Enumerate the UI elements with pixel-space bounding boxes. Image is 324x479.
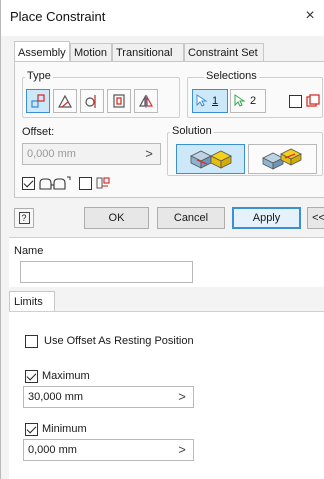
select-first-button[interactable]: 1 bbox=[192, 89, 228, 113]
minimum-input[interactable]: 0,000 mm > bbox=[23, 439, 194, 461]
ok-button[interactable]: OK bbox=[84, 207, 149, 229]
tab-transitional[interactable]: Transitional bbox=[112, 43, 184, 62]
pick-part-first-checkbox[interactable] bbox=[289, 95, 302, 108]
select-second-label: 2 bbox=[250, 95, 257, 107]
solution-mate-button[interactable] bbox=[176, 144, 245, 174]
solution-flush-button[interactable] bbox=[248, 144, 317, 174]
symmetry-constraint-button[interactable] bbox=[134, 89, 158, 113]
offset-measure-button[interactable]: > bbox=[138, 144, 160, 164]
tab-assembly[interactable]: Assembly bbox=[14, 41, 70, 62]
dialog-title: Place Constraint bbox=[10, 9, 106, 24]
show-preview-checkbox[interactable] bbox=[22, 177, 35, 190]
use-offset-resting-label: Use Offset As Resting Position bbox=[44, 335, 194, 347]
mate-solution-icon bbox=[190, 150, 232, 169]
maximum-measure-button[interactable]: > bbox=[171, 387, 193, 407]
angle-icon bbox=[57, 94, 73, 108]
limits-panel: Use Offset As Resting Position Maximum 3… bbox=[9, 311, 324, 479]
offset-label: Offset: bbox=[22, 126, 55, 138]
help-button[interactable]: ? bbox=[14, 208, 34, 228]
angle-constraint-button[interactable] bbox=[53, 89, 77, 113]
maximum-input[interactable]: 30,000 mm > bbox=[23, 386, 194, 408]
assembly-tab-panel: Type Selections 1 2 Offset: 0,000 mm > S… bbox=[14, 61, 324, 198]
limits-tab-label: Limits bbox=[14, 296, 43, 308]
minimum-label: Minimum bbox=[42, 423, 87, 435]
mate-constraint-button[interactable] bbox=[26, 89, 50, 113]
cursor-arrow-icon bbox=[196, 94, 208, 107]
close-icon[interactable]: × bbox=[301, 7, 319, 25]
maximum-label: Maximum bbox=[42, 370, 90, 382]
show-preview-icon bbox=[39, 176, 71, 190]
tangent-constraint-button[interactable] bbox=[80, 89, 104, 113]
offset-input[interactable]: 0,000 mm > bbox=[22, 143, 161, 165]
apply-button[interactable]: Apply bbox=[232, 207, 301, 229]
mate-icon bbox=[31, 94, 45, 108]
predict-offset-checkbox[interactable] bbox=[79, 177, 92, 190]
name-label: Name bbox=[14, 245, 44, 257]
tangent-icon bbox=[85, 95, 96, 108]
minimum-measure-button[interactable]: > bbox=[171, 440, 193, 460]
cursor-arrow-icon bbox=[234, 94, 246, 107]
select-first-label: 1 bbox=[212, 95, 219, 107]
maximum-value: 30,000 mm bbox=[28, 391, 84, 403]
more-less-button[interactable]: << bbox=[307, 207, 324, 229]
insert-constraint-button[interactable] bbox=[107, 89, 131, 113]
insert-icon bbox=[113, 94, 125, 108]
use-offset-resting-checkbox[interactable] bbox=[25, 335, 38, 348]
flush-solution-icon bbox=[262, 148, 302, 170]
help-icon: ? bbox=[18, 212, 30, 224]
pick-part-first-icon bbox=[306, 94, 320, 107]
type-group-label: Type bbox=[25, 70, 53, 82]
tab-motion[interactable]: Motion bbox=[70, 43, 112, 62]
select-second-button[interactable]: 2 bbox=[230, 89, 266, 113]
name-input[interactable] bbox=[20, 261, 193, 283]
tab-limits[interactable]: Limits bbox=[9, 291, 55, 311]
tab-constraint-set[interactable]: Constraint Set bbox=[184, 43, 264, 62]
predict-offset-icon bbox=[96, 177, 110, 189]
solution-group-label: Solution bbox=[170, 125, 214, 137]
cancel-button[interactable]: Cancel bbox=[157, 207, 225, 229]
selections-group-label: Selections bbox=[204, 70, 259, 82]
minimum-value: 0,000 mm bbox=[28, 444, 77, 456]
offset-value: 0,000 mm bbox=[27, 148, 76, 160]
title-bar: Place Constraint × bbox=[1, 0, 324, 36]
maximum-checkbox[interactable] bbox=[25, 370, 38, 383]
symmetry-icon bbox=[138, 94, 154, 108]
place-constraint-dialog: Place Constraint × Assembly Motion Trans… bbox=[0, 0, 324, 479]
minimum-checkbox[interactable] bbox=[25, 423, 38, 436]
name-section: Name bbox=[9, 237, 324, 287]
